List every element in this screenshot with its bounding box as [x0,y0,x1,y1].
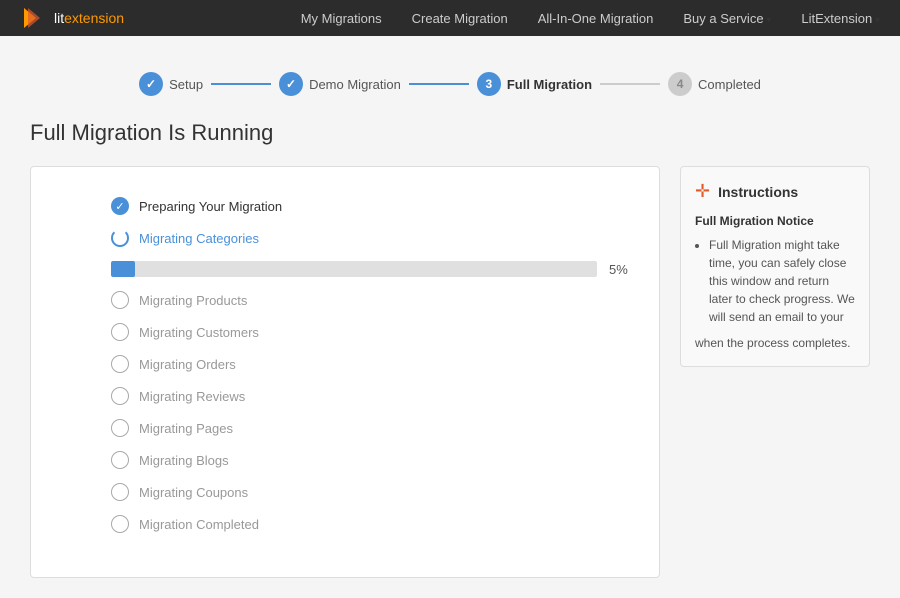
step-line-3 [600,83,660,85]
progress-percent: 5% [609,262,639,277]
steps-bar: ✓ Setup ✓ Demo Migration 3 Full Migratio… [30,72,870,96]
step-setup-label: Setup [169,77,203,92]
instructions-body: Full Migration might take time, you can … [695,236,855,352]
label-pages: Migrating Pages [139,421,233,436]
step-completed-circle: 4 [668,72,692,96]
circle-icon-blogs [111,451,129,469]
label-reviews: Migrating Reviews [139,389,245,404]
instructions-header: ✛ Instructions [695,181,855,202]
main-content: ✓ Setup ✓ Demo Migration 3 Full Migratio… [0,36,900,598]
step-setup: ✓ Setup [139,72,203,96]
step-completed: 4 Completed [668,72,761,96]
instructions-subtitle: Full Migration Notice [695,214,855,228]
step-full: 3 Full Migration [477,72,592,96]
step-setup-circle: ✓ [139,72,163,96]
migration-item-migration-completed: Migration Completed [111,515,639,533]
nav-litextension[interactable]: LitExtension [801,10,880,26]
instructions-body-text2: when the process completes. [695,334,855,352]
step-full-circle: 3 [477,72,501,96]
step-demo-label: Demo Migration [309,77,401,92]
migration-item-categories: Migrating Categories [111,229,639,247]
step-line-1 [211,83,271,85]
label-categories: Migrating Categories [139,231,259,246]
migration-item-products: Migrating Products [111,291,639,309]
label-preparing: Preparing Your Migration [139,199,282,214]
check-icon-preparing: ✓ [111,197,129,215]
label-customers: Migrating Customers [139,325,259,340]
navbar: litextension My Migrations Create Migrat… [0,0,900,36]
circle-icon-coupons [111,483,129,501]
circle-icon-migration-completed [111,515,129,533]
migration-item-orders: Migrating Orders [111,355,639,373]
nav-my-migrations[interactable]: My Migrations [301,10,382,26]
circle-icon-orders [111,355,129,373]
circle-icon-pages [111,419,129,437]
nav-create-migration[interactable]: Create Migration [412,10,508,26]
instructions-icon: ✛ [695,181,710,202]
progress-fill [111,261,135,277]
progress-track [111,261,597,277]
migration-item-blogs: Migrating Blogs [111,451,639,469]
step-line-2 [409,83,469,85]
circle-icon-products [111,291,129,309]
migration-card: ✓ Preparing Your Migration Migrating Cat… [30,166,660,578]
instructions-title: Instructions [718,184,798,200]
label-coupons: Migrating Coupons [139,485,248,500]
migration-item-customers: Migrating Customers [111,323,639,341]
label-orders: Migrating Orders [139,357,236,372]
migration-item-coupons: Migrating Coupons [111,483,639,501]
progress-row: 5% [111,261,639,277]
step-demo-circle: ✓ [279,72,303,96]
circle-icon-customers [111,323,129,341]
nav-buy-service[interactable]: Buy a Service [683,10,771,26]
step-full-label: Full Migration [507,77,592,92]
label-blogs: Migrating Blogs [139,453,229,468]
nav-links: My Migrations Create Migration All-In-On… [301,10,880,26]
step-completed-label: Completed [698,77,761,92]
spinner-icon-categories [111,229,129,247]
brand-text: litextension [54,10,124,26]
content-row: ✓ Preparing Your Migration Migrating Cat… [30,166,870,578]
label-products: Migrating Products [139,293,247,308]
nav-all-in-one[interactable]: All-In-One Migration [538,10,654,26]
instructions-panel: ✛ Instructions Full Migration Notice Ful… [680,166,870,367]
page-title: Full Migration Is Running [30,120,870,146]
step-demo: ✓ Demo Migration [279,72,401,96]
instructions-body-text: Full Migration might take time, you can … [709,236,855,326]
brand-logo-icon [20,4,48,32]
label-migration-completed: Migration Completed [139,517,259,532]
migration-item-preparing: ✓ Preparing Your Migration [111,197,639,215]
brand: litextension [20,4,124,32]
circle-icon-reviews [111,387,129,405]
migration-item-pages: Migrating Pages [111,419,639,437]
migration-item-reviews: Migrating Reviews [111,387,639,405]
